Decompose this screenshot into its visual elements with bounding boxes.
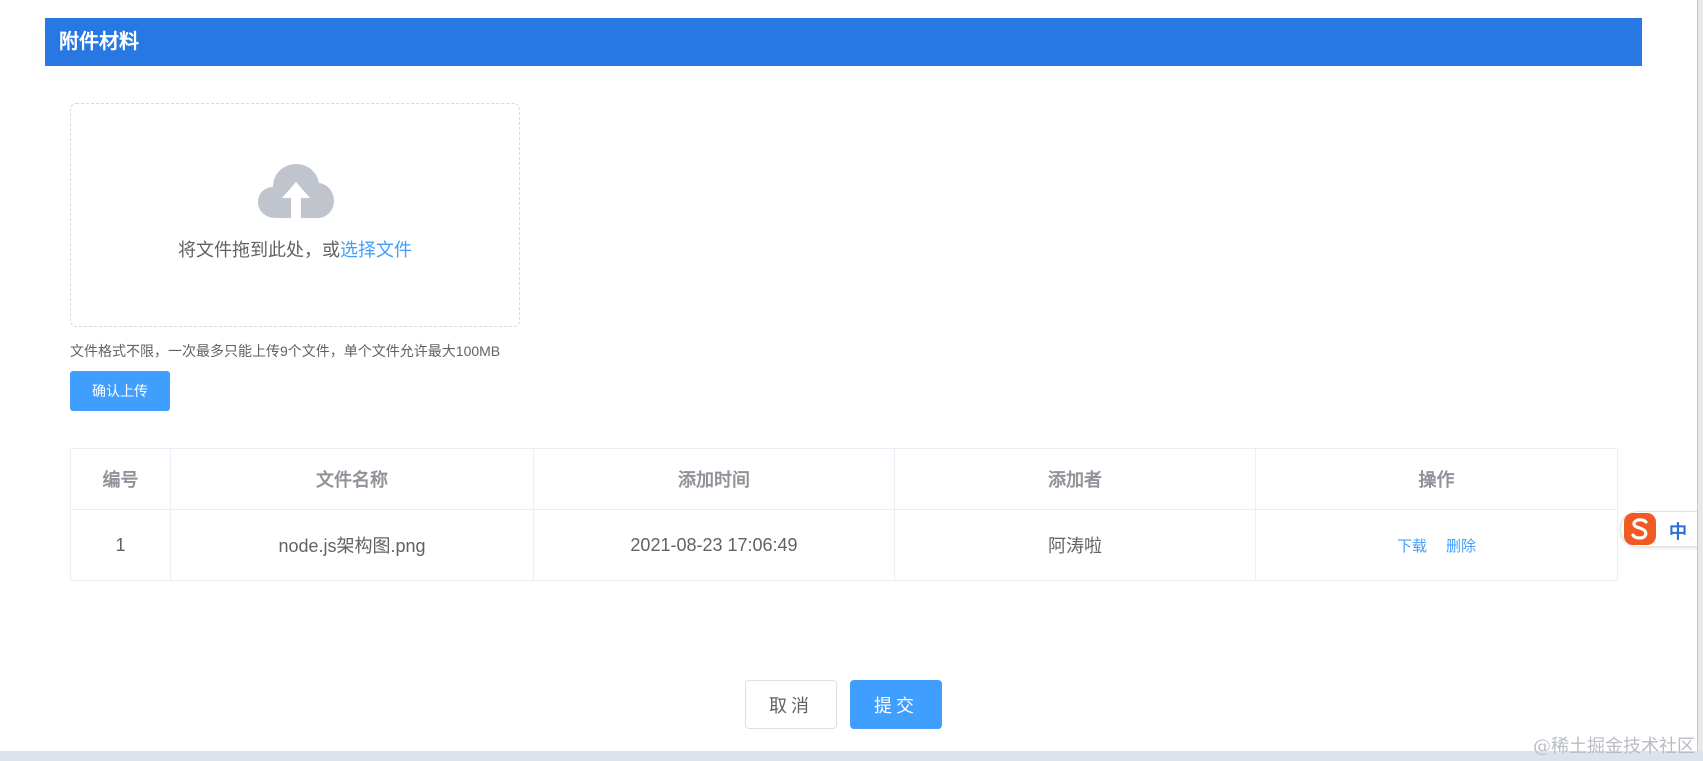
- file-table: 编号 文件名称 添加时间 添加者 操作 1 node.js架构图.png 202…: [70, 448, 1618, 581]
- drop-text: 将文件拖到此处，或: [178, 240, 340, 260]
- header-author: 添加者: [894, 448, 1256, 510]
- upload-dropzone[interactable]: 将文件拖到此处，或选择文件: [70, 103, 520, 327]
- header-file-name: 文件名称: [170, 448, 534, 510]
- submit-button[interactable]: 提交: [850, 680, 942, 729]
- confirm-upload-button[interactable]: 确认上传: [70, 371, 170, 411]
- sogou-logo-icon: [1624, 513, 1656, 545]
- cell-add-time: 2021-08-23 17:06:49: [533, 509, 895, 581]
- cell-actions: 下载 删除: [1255, 509, 1618, 581]
- download-link[interactable]: 下载: [1397, 538, 1427, 555]
- cloud-upload-icon: [258, 164, 334, 218]
- table-row: 1 node.js架构图.png 2021-08-23 17:06:49 阿涛啦…: [70, 509, 1618, 581]
- header-id: 编号: [70, 448, 171, 510]
- cancel-button[interactable]: 取消: [745, 680, 837, 729]
- cell-author: 阿涛啦: [894, 509, 1256, 581]
- select-file-link[interactable]: 选择文件: [340, 240, 412, 260]
- window-edge: [1697, 0, 1703, 761]
- table-header-row: 编号 文件名称 添加时间 添加者 操作: [70, 448, 1618, 510]
- upload-tip: 文件格式不限，一次最多只能上传9个文件，单个文件允许最大100MB: [70, 343, 501, 359]
- cell-file-name: node.js架构图.png: [170, 509, 534, 581]
- section-title: 附件材料: [45, 18, 1642, 66]
- cell-id: 1: [70, 509, 171, 581]
- bottom-bar: [0, 751, 1703, 761]
- header-actions: 操作: [1255, 448, 1618, 510]
- ime-toolbar[interactable]: 中: [1620, 511, 1703, 547]
- ime-mode-indicator[interactable]: 中: [1669, 518, 1687, 544]
- watermark: @稀土掘金技术社区: [1533, 736, 1695, 757]
- delete-link[interactable]: 删除: [1446, 538, 1476, 555]
- header-add-time: 添加时间: [533, 448, 895, 510]
- drop-instruction: 将文件拖到此处，或选择文件: [71, 236, 519, 262]
